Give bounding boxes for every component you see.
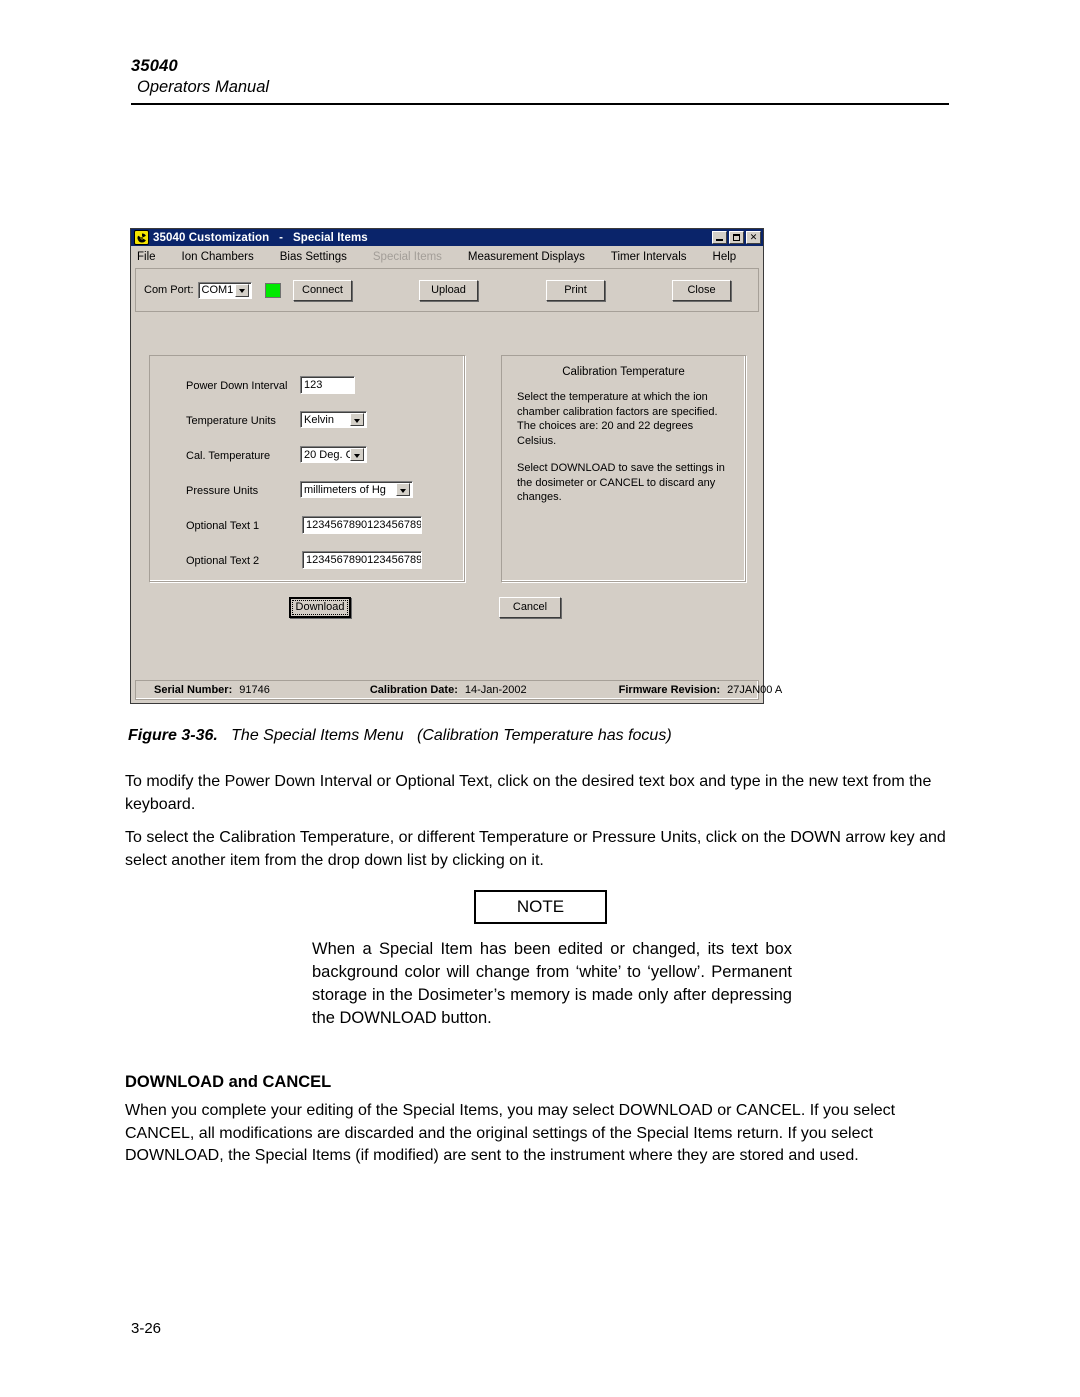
note-label-box: NOTE [474,890,607,924]
menu-item-ion-chambers[interactable]: Ion Chambers [182,249,254,265]
close-button[interactable]: Close [672,280,731,301]
document-number: 35040 [131,57,178,75]
cal-temperature-select[interactable]: 20 Deg. C. [300,446,367,463]
com-port-label: Com Port: [144,284,194,296]
upload-button[interactable]: Upload [419,280,478,301]
menu-item-special-items: Special Items [372,250,442,263]
help-paragraph-2: Select DOWNLOAD to save the settings in … [517,462,725,503]
field-label-optional-text-2: Optional Text 2 [186,555,260,567]
menu-item-measurement-displays[interactable]: Measurement Displays [468,249,585,265]
radiation-trefoil-svg [136,232,147,243]
status-firmware-revision: Firmware Revision: 27JAN00 A [618,684,783,696]
title-bar: 35040 Customization - Special Items ✕ [131,229,763,246]
com-port-select[interactable]: COM1 [197,281,252,299]
com-port-value: COM1 [201,284,234,296]
field-label-optional-text-1: Optional Text 1 [186,520,260,532]
power-down-interval-input[interactable]: 123 [300,376,355,394]
window-controls: ✕ [712,231,761,244]
body-paragraph-1: To modify the Power Down Interval or Opt… [125,773,932,813]
print-button[interactable]: Print [546,280,605,301]
figure-number: Figure 3-36. [128,727,218,744]
download-button-label: Download [292,600,348,615]
temperature-units-value: Kelvin [304,413,334,426]
field-label-power-down-interval: Power Down Interval [186,380,288,392]
dialog-client-area: Power Down Interval 123 Temperature Unit… [135,317,759,677]
download-button[interactable]: Download [289,597,351,618]
header-divider [131,103,949,105]
note-body-text: When a Special Item has been edited or c… [312,940,792,1027]
radiation-trefoil-icon [134,230,149,245]
cal-temperature-value: 20 Deg. C. [304,448,350,461]
application-window-screenshot: 35040 Customization - Special Items ✕ Fi… [130,228,782,704]
field-label-temperature-units: Temperature Units [186,415,276,427]
status-serial-number: Serial Number: 91746 [154,684,270,696]
special-items-group: Power Down Interval 123 Temperature Unit… [149,355,465,582]
help-paragraph-1: Select the temperature at which the ion … [517,391,718,447]
menu-item-help[interactable]: Help [713,249,737,265]
optional-text-2-input[interactable]: 12345678901234567890 [302,551,422,569]
body-paragraph-3: When you complete your editing of the Sp… [125,1102,896,1164]
menu-item-timer-intervals[interactable]: Timer Intervals [611,249,687,265]
toolbar: Com Port: COM1 Connect Upload Print Clos… [135,268,759,312]
status-calibration-date: Calibration Date: 14-Jan-2002 [369,684,527,696]
help-panel-title: Calibration Temperature [562,366,685,378]
field-label-cal-temperature: Cal. Temperature [186,450,271,462]
body-paragraph-2: To select the Calibration Temperature, o… [125,829,946,869]
close-icon[interactable]: ✕ [746,231,761,244]
menu-bar: File Ion Chambers Bias Settings Special … [131,246,763,267]
pressure-units-value: millimeters of Hg [304,483,386,496]
document-subtitle: Operators Manual [137,78,270,96]
pressure-units-select[interactable]: millimeters of Hg [300,481,413,498]
menu-item-bias-settings[interactable]: Bias Settings [280,249,347,265]
connect-button[interactable]: Connect [293,280,352,301]
temperature-units-select[interactable]: Kelvin [300,411,367,428]
status-bar: Serial Number: 91746 Calibration Date: 1… [135,680,782,700]
page-number: 3-26 [131,1320,162,1337]
minimize-icon[interactable] [712,231,727,244]
help-panel-body: Select the temperature at which the ion … [517,390,735,518]
page-header: 35040 Operators Manual [131,56,949,98]
optional-text-1-input[interactable]: 12345678901234567890 [302,516,422,534]
figure-caption: Figure 3-36. The Special Items Menu (Cal… [128,727,672,745]
cancel-button[interactable]: Cancel [499,597,561,618]
maximize-icon[interactable] [729,231,744,244]
section-heading-download-and-cancel: DOWNLOAD and CANCEL [125,1073,332,1091]
chevron-down-icon[interactable] [396,483,410,496]
field-label-pressure-units: Pressure Units [186,485,259,497]
connection-status-indicator [264,282,281,298]
context-help-panel: Calibration Temperature Select the tempe… [501,355,746,582]
figure-caption-text: The Special Items Menu (Calibration Temp… [217,727,672,744]
chevron-down-icon[interactable] [350,448,364,461]
window-title: 35040 Customization - Special Items [153,231,368,244]
chevron-down-icon[interactable] [234,283,249,297]
chevron-down-icon[interactable] [350,413,364,426]
menu-item-file[interactable]: File [137,249,156,265]
